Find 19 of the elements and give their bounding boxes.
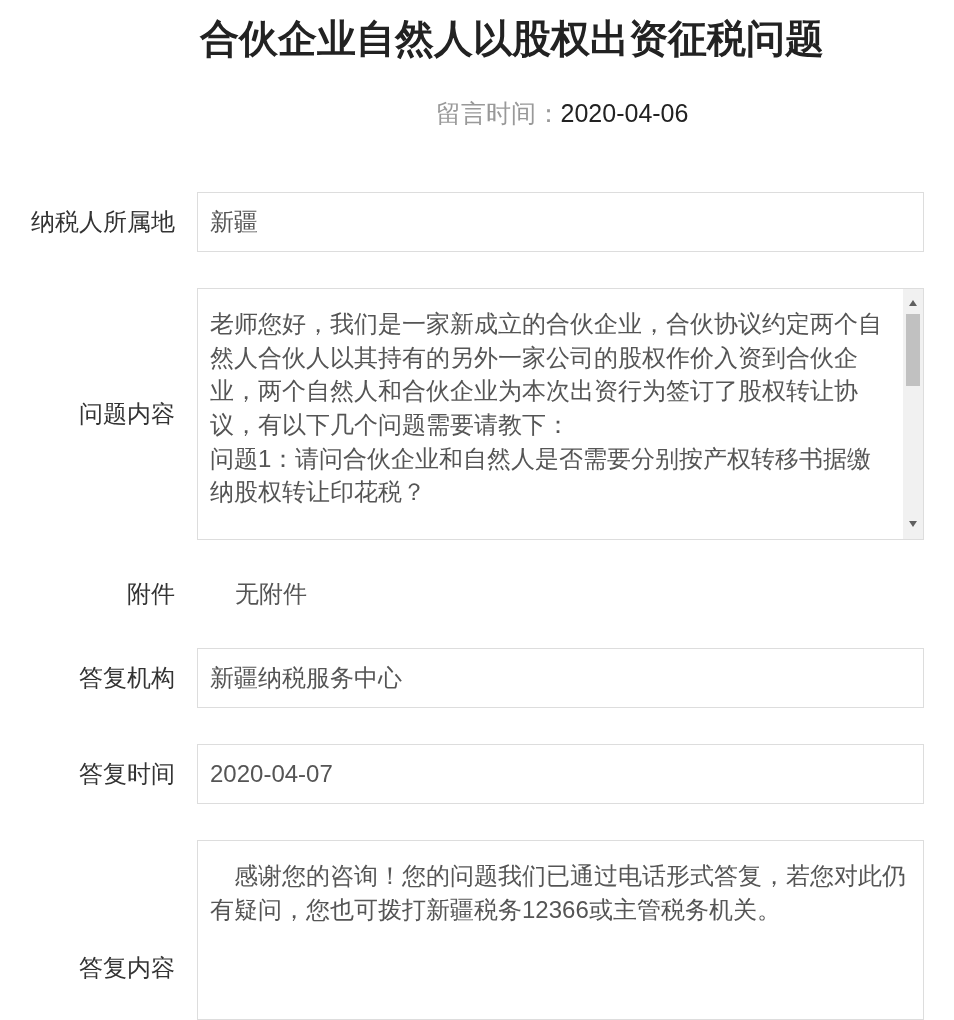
- field-label: 附件: [126, 579, 175, 610]
- attachment-text: 无附件: [235, 579, 307, 610]
- paragraph: 感谢您的咨询！您的问题我们已通过电话形式答复，若您对此仍有疑问，您也可拨打新疆税务12366或主管税务机关。: [210, 861, 907, 925]
- time-value: 2020-04-06: [560, 98, 689, 127]
- field-label: 答复内容: [78, 953, 175, 984]
- input-field[interactable]: 2020-04-07: [197, 744, 924, 805]
- paragraph: 老师您好，我们是一家新成立的合伙企业，合伙协议约定两个自然人合伙人以其持有的另外一家公司的股权作价入资到合伙企业，两个自然人和合伙企业为本次出资行为签订了股权转让协议，有以下几个问题需要请教下：: [210, 309, 883, 440]
- text-area[interactable]: 老师您好，我们是一家新成立的合伙企业，合伙协议约定两个自然人合伙人以其持有的另外一家公司的股权作价入资到合伙企业，两个自然人和合伙企业为本次出资行为签订了股权转让协议，有以下几个问题需要请教下： 问题1：请问合伙企业和自然人是否需要分别按产权转移书据缴纳股权转让印花税？: [197, 288, 924, 541]
- input-field[interactable]: 新疆: [197, 192, 924, 253]
- scrollbar-drawing[interactable]: [903, 289, 923, 540]
- time-label: 留言时间：: [435, 98, 561, 127]
- field-label: 纳税人所属地: [30, 207, 175, 238]
- text-area[interactable]: 感谢您的咨询！您的问题我们已通过电话形式答复，若您对此仍有疑问，您也可拨打新疆税务12366或主管税务机关。: [197, 840, 924, 1020]
- paragraph: 问题1：请问合伙企业和自然人是否需要分别按产权转移书据缴纳股权转让印花税？: [210, 443, 873, 508]
- field-label: 答复时间: [78, 759, 175, 790]
- input-field[interactable]: 新疆纳税服务中心: [197, 648, 924, 709]
- field-label: 问题内容: [78, 399, 175, 430]
- page-title: 合伙企业自然人以股权出资征税问题: [200, 16, 825, 62]
- field-label: 答复机构: [78, 663, 175, 694]
